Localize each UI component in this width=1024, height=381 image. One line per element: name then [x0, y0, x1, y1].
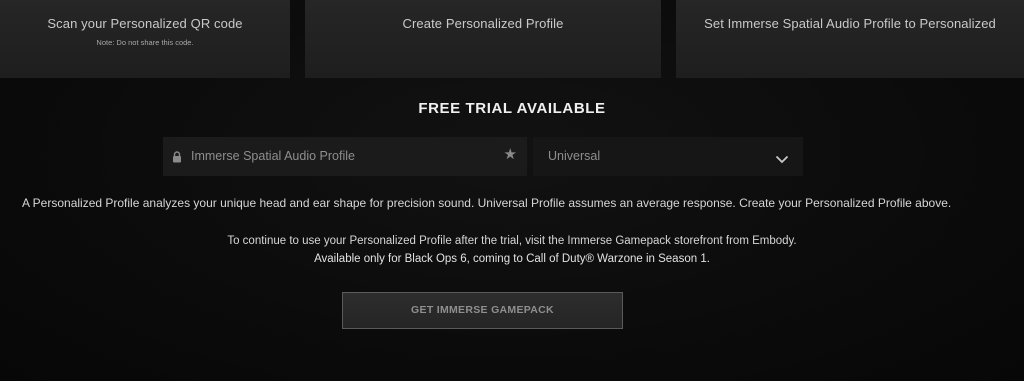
star-icon[interactable]: ★ — [504, 147, 517, 162]
chevron-down-icon — [775, 151, 789, 164]
step-card-set-profile[interactable]: Set Immerse Spatial Audio Profile to Per… — [676, 0, 1024, 78]
profile-selector-row: Immerse Spatial Audio Profile ★ Universa… — [163, 137, 803, 176]
step-title: Set Immerse Spatial Audio Profile to Per… — [704, 16, 996, 31]
setup-steps: Scan your Personalized QR code Note: Do … — [0, 0, 1024, 78]
step-note: Note: Do not share this code. — [96, 38, 194, 47]
trial-continue-text: To continue to use your Personalized Pro… — [227, 235, 797, 247]
dropdown-selected-value: Universal — [548, 149, 601, 163]
step-card-scan-qr[interactable]: Scan your Personalized QR code Note: Do … — [0, 0, 290, 78]
profile-field-label: Immerse Spatial Audio Profile — [191, 149, 355, 163]
step-title: Create Personalized Profile — [402, 16, 564, 31]
profile-type-dropdown[interactable]: Universal — [533, 137, 803, 176]
step-title: Scan your Personalized QR code — [47, 16, 243, 31]
get-immerse-gamepack-button[interactable]: GET IMMERSE GAMEPACK — [342, 292, 623, 329]
availability-text: Available only for Black Ops 6, coming t… — [314, 253, 710, 265]
spatial-audio-profile-field[interactable]: Immerse Spatial Audio Profile ★ — [163, 137, 527, 176]
profile-description: A Personalized Profile analyzes your uni… — [22, 196, 952, 210]
free-trial-heading: FREE TRIAL AVAILABLE — [418, 100, 606, 117]
immerse-audio-panel: Scan your Personalized QR code Note: Do … — [0, 0, 1024, 381]
step-card-create-profile[interactable]: Create Personalized Profile — [305, 0, 661, 78]
lock-icon — [172, 150, 182, 163]
